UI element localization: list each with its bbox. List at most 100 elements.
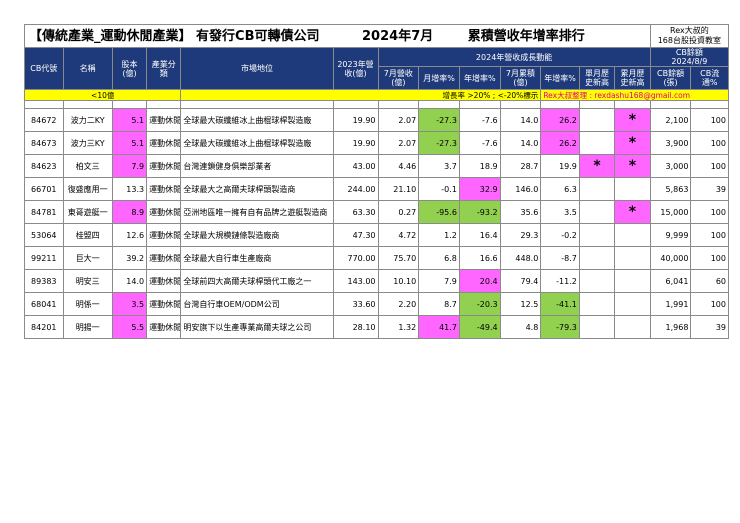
cell-cb-amount: 1,991 (649, 292, 692, 316)
cell-yoy: 32.9 (458, 177, 501, 201)
cell-cb-code: 84201 (24, 315, 64, 339)
cell-cum-yoy: -8.7 (540, 246, 580, 270)
cell-cum-high: * (614, 131, 651, 155)
cell-capital: 13.3 (111, 177, 148, 201)
cell-yoy: -93.2 (458, 200, 501, 224)
cell-capital: 12.6 (111, 223, 148, 247)
table-row: 53064 桂盟四 12.6 運動休閒 全球最大規模鏈條製造廠商 47.30 4.72 1.2… (24, 223, 729, 247)
cell-cb-float: 100 (690, 108, 729, 132)
cell-capital: 5.1 (111, 131, 148, 155)
cell-name: 明係一 (62, 292, 113, 316)
cell-cum: 29.3 (499, 223, 542, 247)
cell-cb-amount: 3,900 (649, 131, 692, 155)
header-cb-balance: CB餘額 2024/8/9 (649, 47, 730, 67)
cell-rev-month: 2.07 (377, 131, 420, 155)
cell-cb-code: 66701 (24, 177, 64, 201)
cell-cum: 14.0 (499, 131, 542, 155)
header-rev-month: 7月營收(億) (377, 66, 420, 90)
cell-yoy: -20.3 (458, 292, 501, 316)
cell-cb-amount: 3,000 (649, 154, 692, 178)
cell-month-high (578, 315, 616, 339)
cell-rev-2023: 47.30 (332, 223, 379, 247)
cell-cum-yoy: -11.2 (540, 269, 580, 293)
cell-yoy: 16.6 (458, 246, 501, 270)
table-row: 84201 明揚一 5.5 運動休閒 明安旗下以生產專業高爾夫球之公司 28.10 1.32… (24, 315, 729, 339)
table-row: 66701 復盛應用一 13.3 運動休閒 全球最大之高爾夫球桿頭製造商 244.00 21… (24, 177, 729, 201)
title-row: 【傳統產業_運動休閒產業】 有發行CB可轉債公司 2024年7月 累積營收年增率… (24, 24, 730, 48)
cell-cum-yoy: 3.5 (540, 200, 580, 224)
cell-yoy: -7.6 (458, 108, 501, 132)
header-row-top: CB代號 名稱 股本(億) 產業分類 市場地位 2023年營收(億) 2024年… (24, 47, 730, 90)
cell-market: 全球最大碳纖維冰上曲棍球桿製造廠 (180, 108, 334, 132)
cell-cum-yoy: -41.1 (540, 292, 580, 316)
cell-month-high: * (578, 154, 616, 178)
header-cum-high: 累月歷史新高 (614, 66, 651, 90)
cell-yoy: 20.4 (458, 269, 501, 293)
cell-rev-month: 21.10 (377, 177, 420, 201)
header-cb-balance-title: CB餘額 (675, 48, 703, 58)
cell-mom: 41.7 (418, 315, 460, 339)
note-capital-threshold: <10億 (23, 89, 182, 101)
table-row: 84673 波力三KY 5.1 運動休閒 全球最大碳纖維冰上曲棍球桿製造廠 19.90 2.… (24, 131, 729, 155)
cell-cb-float: 100 (690, 246, 729, 270)
cell-rev-2023: 63.30 (332, 200, 379, 224)
cell-rev-month: 2.07 (377, 108, 420, 132)
data-rows: 84672 波力二KY 5.1 運動休閒 全球最大碳纖維冰上曲棍球桿製造廠 19.90 2.… (24, 108, 729, 339)
cell-category: 運動休閒 (146, 200, 182, 224)
cell-name: 明安三 (62, 269, 113, 293)
cell-category: 運動休閒 (146, 131, 182, 155)
cell-cum: 28.7 (499, 154, 542, 178)
brand-label: Rex大叔的 168台股投資教室 (649, 24, 730, 48)
cell-cb-float: 100 (690, 154, 729, 178)
title-part-2: 2024年7月 (362, 28, 434, 44)
cell-cum-yoy: -79.3 (540, 315, 580, 339)
cell-category: 運動休閒 (146, 315, 182, 339)
cell-cum-yoy: 6.3 (540, 177, 580, 201)
table-row: 99211 巨大一 39.2 運動休閒 全球最大自行車生產廠商 770.00 75.70 6.… (24, 246, 729, 270)
cell-cum: 146.0 (499, 177, 542, 201)
cell-capital: 8.9 (111, 200, 148, 224)
cell-cb-code: 68041 (24, 292, 64, 316)
cell-cb-amount: 5,863 (649, 177, 692, 201)
cell-cum-yoy: -0.2 (540, 223, 580, 247)
cell-cb-float: 100 (690, 200, 729, 224)
header-rev-2023: 2023年營收(億) (332, 47, 379, 90)
cell-category: 運動休閒 (146, 223, 182, 247)
cell-month-high (578, 177, 616, 201)
cell-cb-amount: 9,999 (649, 223, 692, 247)
cell-mom: 1.2 (418, 223, 460, 247)
cell-cum-high (614, 269, 651, 293)
cell-market: 全球最大自行車生產廠商 (180, 246, 334, 270)
table-row: 68041 明係一 3.5 運動休閒 台灣自行車OEM/ODM公司 33.60 2.20 8.… (24, 292, 729, 316)
page-title: 【傳統產業_運動休閒產業】 有發行CB可轉債公司 2024年7月 累積營收年增率… (24, 24, 651, 48)
table-row: 89383 明安三 14.0 運動休閒 全球前四大高爾夫球桿頭代工廠之一 143.00 10… (24, 269, 729, 293)
cell-rev-2023: 28.10 (332, 315, 379, 339)
table-row: 84623 柏文三 7.9 運動休閒 台灣連鎖健身俱樂部業者 43.00 4.46 3.7 18… (24, 154, 729, 178)
cell-rev-month: 4.72 (377, 223, 420, 247)
header-cb-code: CB代號 (24, 47, 64, 90)
cell-cum-yoy: 26.2 (540, 131, 580, 155)
cell-name: 波力二KY (62, 108, 113, 132)
note-author-contact: Rex大叔整理 : rexdashu168@gmail.com (540, 89, 729, 101)
cell-cb-code: 89383 (24, 269, 64, 293)
cell-rev-2023: 43.00 (332, 154, 379, 178)
cell-category: 運動休閒 (146, 177, 182, 201)
cell-category: 運動休閒 (146, 154, 182, 178)
cell-yoy: -7.6 (458, 131, 501, 155)
cell-cb-float: 39 (690, 315, 729, 339)
cell-cum: 12.5 (499, 292, 542, 316)
table-row: 84781 東哥遊艇一 8.9 運動休閒 亞洲地區唯一擁有自有品牌之遊艇製造商 63.30… (24, 200, 729, 224)
cell-yoy: -49.4 (458, 315, 501, 339)
header-category: 產業分類 (146, 47, 182, 90)
cell-rev-month: 0.27 (377, 200, 420, 224)
cell-market: 全球最大規模鏈條製造廠商 (180, 223, 334, 247)
cell-capital: 7.9 (111, 154, 148, 178)
cell-market: 亞洲地區唯一擁有自有品牌之遊艇製造商 (180, 200, 334, 224)
cell-month-high (578, 246, 616, 270)
cell-capital: 14.0 (111, 269, 148, 293)
cell-cb-code: 84672 (24, 108, 64, 132)
cell-yoy: 16.4 (458, 223, 501, 247)
cell-name: 波力三KY (62, 131, 113, 155)
cell-cum: 79.4 (499, 269, 542, 293)
header-capital: 股本(億) (111, 47, 148, 90)
